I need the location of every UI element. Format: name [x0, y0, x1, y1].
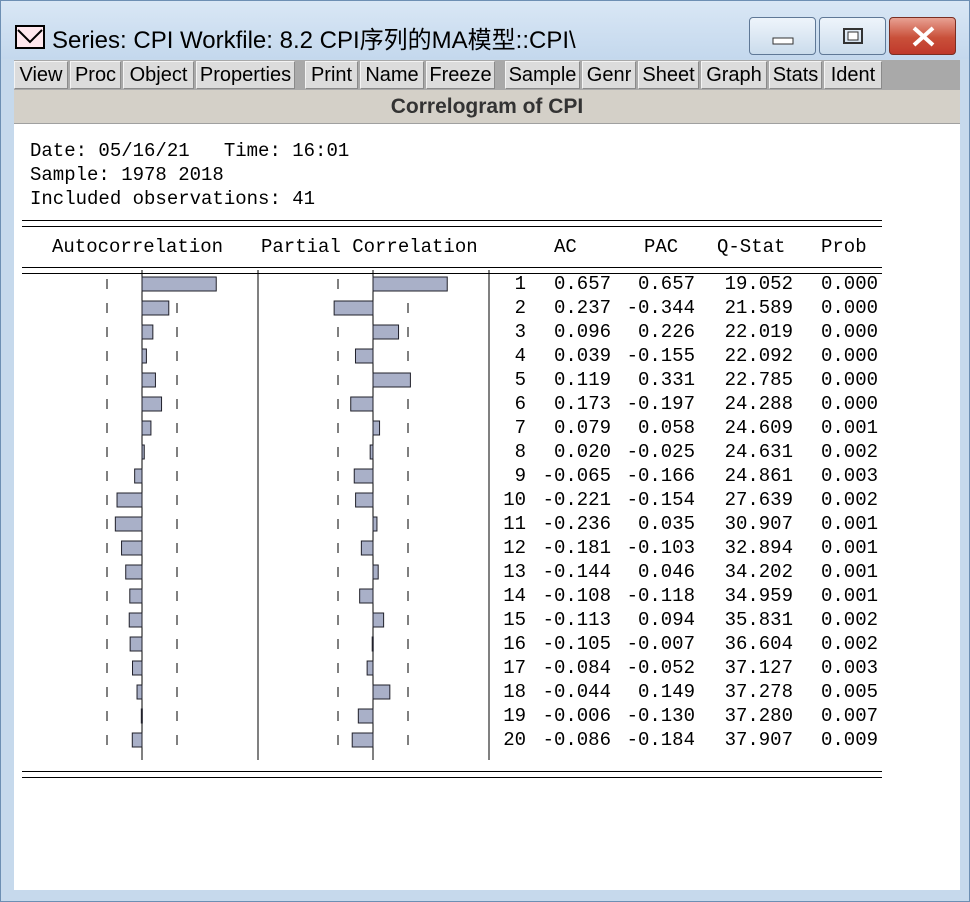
pac-bar	[350, 396, 374, 412]
pac-bar	[354, 348, 374, 364]
title-bar[interactable]: Series: CPI Workfile: 8.2 CPI序列的MA模型::CP…	[1, 1, 969, 59]
rule	[22, 771, 882, 772]
maximize-button[interactable]	[819, 17, 886, 55]
column-header-autocorrelation: Autocorrelation	[52, 236, 224, 258]
prob-cell: 0.003	[820, 465, 878, 487]
prob-cell: 0.000	[820, 345, 878, 367]
prob-cell: 0.001	[820, 513, 878, 535]
column-header-ac: AC	[554, 236, 577, 258]
date-time-line: Date: 05/16/21 Time: 16:01	[30, 140, 350, 162]
toolbar: View Proc Object Properties Print Name F…	[14, 60, 960, 90]
ac-bar	[129, 588, 143, 604]
prob-cell: 0.001	[820, 585, 878, 607]
properties-button[interactable]: Properties	[196, 61, 295, 89]
ac-bar	[140, 708, 143, 724]
pac-bar	[372, 324, 400, 340]
ac-bar	[114, 516, 143, 532]
ac-bar	[129, 636, 143, 652]
sample-button[interactable]: Sample	[505, 61, 580, 89]
ident-button[interactable]: Ident	[824, 61, 882, 89]
observations-line: Included observations: 41	[30, 188, 316, 210]
ac-bar	[125, 564, 143, 580]
close-icon	[912, 26, 935, 47]
ac-bar	[136, 684, 143, 700]
view-title: Correlogram of CPI	[14, 90, 960, 124]
prob-cell: 0.002	[820, 609, 878, 631]
prob-cell: 0.000	[820, 297, 878, 319]
correlogram-view[interactable]: Correlogram of CPI Date: 05/16/21 Time: …	[14, 90, 960, 890]
pac-bar	[359, 588, 374, 604]
genr-button[interactable]: Genr	[582, 61, 636, 89]
freeze-button[interactable]: Freeze	[426, 61, 495, 89]
column-header-prob: Prob	[821, 236, 867, 258]
ac-bar	[128, 612, 143, 628]
pac-bar	[366, 660, 374, 676]
ac-bar	[131, 732, 143, 748]
ac-bar	[132, 660, 143, 676]
view-button[interactable]: View	[14, 61, 68, 89]
ac-bar	[141, 420, 152, 436]
ac-bar	[141, 276, 217, 292]
rule	[22, 220, 882, 221]
ac-bar	[134, 468, 143, 484]
prob-cell: 0.002	[820, 633, 878, 655]
ac-bar	[141, 396, 163, 412]
sheet-button[interactable]: Sheet	[638, 61, 699, 89]
pac-bar	[372, 516, 378, 532]
ac-bar	[141, 444, 145, 460]
pac-bar	[371, 636, 374, 652]
rule	[22, 777, 882, 778]
print-button[interactable]: Print	[305, 61, 358, 89]
maximize-icon	[843, 28, 863, 44]
prob-cell: 0.005	[820, 681, 878, 703]
proc-button[interactable]: Proc	[70, 61, 121, 89]
prob-cell: 0.003	[820, 657, 878, 679]
ac-bar	[141, 372, 156, 388]
pac-bar	[372, 564, 379, 580]
pac-bar	[351, 732, 374, 748]
column-header-partial-correlation: Partial Correlation	[261, 236, 478, 258]
graph-button[interactable]: Graph	[701, 61, 767, 89]
ac-bar	[141, 324, 154, 340]
column-header-pac: PAC	[644, 236, 679, 258]
prob-cell: 0.001	[820, 561, 878, 583]
window-frame: Series: CPI Workfile: 8.2 CPI序列的MA模型::CP…	[0, 0, 970, 902]
prob-cell: 0.002	[820, 441, 878, 463]
window-title: Series: CPI Workfile: 8.2 CPI序列的MA模型::CP…	[52, 27, 576, 54]
ac-bar	[141, 300, 170, 316]
prob-cell: 0.007	[820, 705, 878, 727]
rule	[22, 267, 882, 268]
sample-line: Sample: 1978 2018	[30, 164, 224, 186]
pac-bar	[372, 420, 381, 436]
minimize-icon	[772, 37, 794, 45]
stats-button[interactable]: Stats	[769, 61, 822, 89]
prob-cell: 0.002	[820, 489, 878, 511]
name-button[interactable]: Name	[360, 61, 424, 89]
pac-bar	[353, 468, 374, 484]
prob-cell: 0.000	[820, 321, 878, 343]
pac-bar	[357, 708, 374, 724]
series-icon	[15, 25, 45, 49]
prob-cell: 0.000	[820, 273, 878, 295]
pac-bar	[360, 540, 374, 556]
pac-bar	[372, 612, 385, 628]
pac-bar	[372, 372, 411, 388]
pac-bar	[369, 444, 374, 460]
pac-bar	[355, 492, 374, 508]
prob-cell: 0.001	[820, 417, 878, 439]
pac-bar	[372, 684, 391, 700]
minimize-button[interactable]	[749, 17, 816, 55]
prob-cell: 0.000	[820, 369, 878, 391]
prob-cell: 0.009	[820, 729, 878, 751]
ac-bar	[116, 492, 143, 508]
ac-bar	[141, 348, 147, 364]
close-button[interactable]	[889, 17, 956, 55]
ac-bar	[121, 540, 143, 556]
prob-cell: 0.001	[820, 537, 878, 559]
rule	[22, 226, 882, 227]
object-button[interactable]: Object	[123, 61, 194, 89]
pac-bar	[333, 300, 374, 316]
column-header-qstat: Q-Stat	[717, 236, 786, 258]
prob-cell: 0.000	[820, 393, 878, 415]
